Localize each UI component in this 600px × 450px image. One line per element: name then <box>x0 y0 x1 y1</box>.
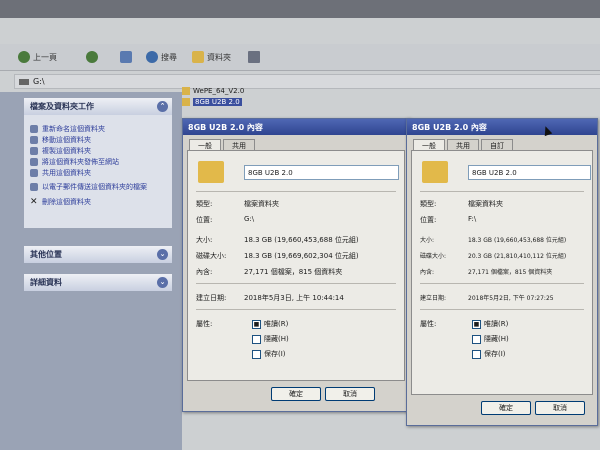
panel-header[interactable]: 其他位置 ⌄ <box>24 246 172 263</box>
expand-icon[interactable]: ⌄ <box>157 277 168 288</box>
globe-icon <box>30 157 38 166</box>
attributes-label: 屬性: <box>420 320 437 328</box>
forward-arrow-icon <box>86 51 98 63</box>
up-folder-button[interactable] <box>120 50 132 64</box>
task-publish[interactable]: 將這個資料夾發佈至網站 <box>24 156 172 167</box>
folder-icon <box>198 161 224 183</box>
cancel-button[interactable]: 取消 <box>535 401 585 415</box>
search-icon <box>146 51 158 63</box>
toolbar: 上一頁 搜尋 資料夾 <box>0 44 600 71</box>
forward-button[interactable] <box>86 50 98 64</box>
folder-name-field[interactable]: 8GB U2B 2.0 <box>468 165 591 180</box>
up-folder-icon <box>120 51 132 63</box>
created-row: 建立日期: 2018年5月2日, 下午 07:27:25 <box>420 295 554 302</box>
task-delete[interactable]: ✕ 刪除這個資料夾 <box>24 196 172 207</box>
attributes-label: 屬性: <box>196 320 213 328</box>
cancel-button[interactable]: 取消 <box>325 387 375 401</box>
folder-list: WePE_64_V2.0 8GB U2B 2.0 <box>182 86 412 107</box>
size-on-disk-row: 磁碟大小: 18.3 GB (19,669,602,304 位元組) <box>196 252 359 260</box>
dialog-title[interactable]: 8GB U2B 2.0 內容 <box>183 119 409 135</box>
size-row: 大小: 18.3 GB (19,660,453,688 位元組) <box>196 236 359 244</box>
size-row: 大小: 18.3 GB (19,660,453,688 位元組) <box>420 237 567 244</box>
type-row: 類型: 檔案資料夾 <box>420 200 503 208</box>
task-move[interactable]: 移動這個資料夾 <box>24 134 172 145</box>
task-email[interactable]: 以電子郵件傳送這個資料夾的檔案 <box>24 178 172 196</box>
ok-button[interactable]: 確定 <box>271 387 321 401</box>
task-pane: 檔案及資料夾工作 ⌃ 重新命名這個資料夾 移動這個資料夾 複製這個資料夾 將這個… <box>0 92 182 450</box>
dialog-body: 8GB U2B 2.0 類型: 檔案資料夾 位置: G:\ 大小: 18.3 GB (… <box>187 150 405 381</box>
views-icon <box>248 51 260 63</box>
checkbox-checked-icon: ■ <box>252 319 261 329</box>
rename-icon <box>30 124 38 133</box>
task-copy[interactable]: 複製這個資料夾 <box>24 145 172 156</box>
contains-row: 內含: 27,171 個檔案，815 個資料夾 <box>196 268 343 276</box>
expand-icon[interactable]: ⌄ <box>157 249 168 260</box>
type-row: 類型: 檔案資料夾 <box>196 200 279 208</box>
checkbox-checked-icon: ■ <box>472 319 481 329</box>
monitor-bezel <box>0 0 600 18</box>
task-rename[interactable]: 重新命名這個資料夾 <box>24 123 172 134</box>
panel-header[interactable]: 詳細資料 ⌄ <box>24 274 172 291</box>
copy-icon <box>30 146 38 155</box>
details-panel: 詳細資料 ⌄ <box>24 274 172 291</box>
other-places-panel: 其他位置 ⌄ <box>24 246 172 263</box>
archive-checkbox[interactable]: 保存(I) <box>472 349 506 359</box>
folders-icon <box>192 51 204 63</box>
folder-icon <box>182 98 190 106</box>
location-row: 位置: F:\ <box>420 215 477 224</box>
list-item[interactable]: WePE_64_V2.0 <box>182 86 412 96</box>
search-button[interactable]: 搜尋 <box>146 50 177 64</box>
hidden-checkbox[interactable]: 隱藏(H) <box>252 334 289 344</box>
drive-icon <box>19 78 29 85</box>
size-on-disk-row: 磁碟大小: 20.3 GB (21,810,410,112 位元組) <box>420 253 567 260</box>
views-button[interactable] <box>248 50 260 64</box>
created-row: 建立日期: 2018年5月3日, 上午 10:44:14 <box>196 294 344 302</box>
ok-button[interactable]: 確定 <box>481 401 531 415</box>
folders-button[interactable]: 資料夾 <box>192 50 231 64</box>
email-icon <box>30 183 38 191</box>
back-arrow-icon <box>18 51 30 63</box>
delete-icon: ✕ <box>30 196 38 207</box>
folder-name-field[interactable]: 8GB U2B 2.0 <box>244 165 399 180</box>
panel-header[interactable]: 檔案及資料夾工作 ⌃ <box>24 98 172 115</box>
list-item[interactable]: 8GB U2B 2.0 <box>182 97 412 107</box>
dialog-title[interactable]: 8GB U2B 2.0 內容 <box>407 119 597 135</box>
dialog-body: 8GB U2B 2.0 類型: 檔案資料夾 位置: F:\ 大小: 18.3 GB (… <box>411 150 593 395</box>
folder-icon <box>422 161 448 183</box>
readonly-checkbox[interactable]: ■ 唯讀(R) <box>472 319 508 329</box>
contains-row: 內含: 27,171 個檔案，815 個資料夾 <box>420 269 553 276</box>
share-icon <box>30 168 38 177</box>
properties-dialog-1: 8GB U2B 2.0 內容 一般 共用 8GB U2B 2.0 類型: 檔案資料… <box>182 118 410 412</box>
hidden-checkbox[interactable]: 隱藏(H) <box>472 334 509 344</box>
task-share[interactable]: 共用這個資料夾 <box>24 167 172 178</box>
collapse-icon[interactable]: ⌃ <box>157 101 168 112</box>
archive-checkbox[interactable]: 保存(I) <box>252 349 286 359</box>
folder-icon <box>182 87 190 95</box>
move-icon <box>30 135 38 144</box>
back-button[interactable]: 上一頁 <box>18 50 57 64</box>
file-folder-tasks-panel: 檔案及資料夾工作 ⌃ 重新命名這個資料夾 移動這個資料夾 複製這個資料夾 將這個… <box>24 98 172 228</box>
properties-dialog-2: 8GB U2B 2.0 內容 一般 共用 自訂 8GB U2B 2.0 類型: 檔… <box>406 118 598 426</box>
location-row: 位置: G:\ <box>196 215 255 224</box>
readonly-checkbox[interactable]: ■ 唯讀(R) <box>252 319 288 329</box>
